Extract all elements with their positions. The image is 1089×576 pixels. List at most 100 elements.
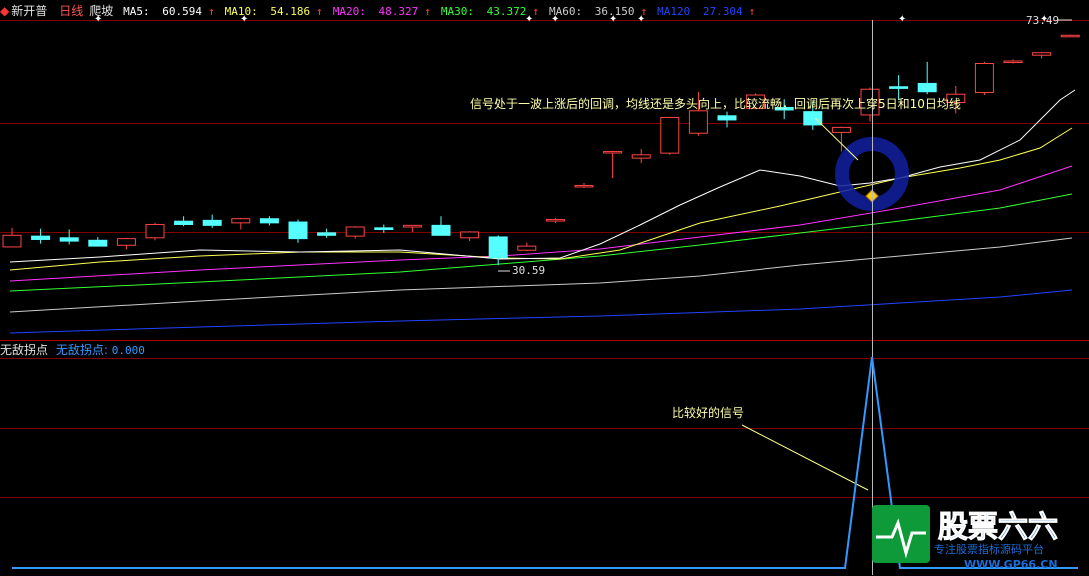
candle-body (288, 221, 308, 240)
sub-panel-header: 无敌拐点 无敌拐点: 0.000 (0, 342, 145, 358)
chart-header: ◆ 新开普 日线 爬坡 MA5: 60.594 ↑ MA10: 54.186 ↑ MA20: … (0, 3, 771, 19)
candle[interactable] (545, 217, 565, 223)
ma-legend-label: MA30: (440, 5, 481, 18)
up-arrow-icon: ↑ (207, 5, 215, 18)
candle-body (259, 218, 279, 224)
candle-body (917, 82, 937, 93)
sub-panel-title[interactable]: 无敌拐点 (0, 343, 48, 357)
indicator-label: 无敌拐点: (55, 343, 108, 357)
ma-lines (9, 89, 1076, 334)
watermark-brand: 股票六六 (938, 510, 1058, 545)
candle[interactable] (974, 61, 994, 96)
candle[interactable] (1032, 51, 1052, 59)
formula-label[interactable]: 爬坡 (89, 4, 113, 18)
sub-annotation: 比较好的信号 (672, 405, 744, 420)
ma-legend-item: MA120 27.304 ↑ (657, 5, 761, 18)
up-arrow-icon: ↑ (748, 5, 756, 18)
candle[interactable] (917, 61, 937, 95)
candle-body (374, 227, 394, 230)
up-arrow-icon: ↑ (316, 5, 323, 18)
candle[interactable] (374, 224, 394, 233)
candle-body (174, 220, 194, 226)
stock-flag-icon: ◆ (0, 4, 10, 18)
ma120-line (9, 289, 1073, 334)
ma-legend-value: 48.327 (378, 5, 419, 18)
candle[interactable] (174, 216, 194, 227)
candle-body (145, 224, 165, 239)
ma-legend-label: MA5: (123, 5, 157, 18)
ma-legend-label: MA20: (332, 5, 373, 18)
candle[interactable] (660, 116, 680, 155)
candle[interactable] (631, 148, 651, 164)
candle[interactable] (717, 111, 737, 128)
up-arrow-icon: ↑ (424, 5, 431, 18)
candle[interactable] (31, 228, 51, 244)
candle[interactable] (345, 226, 365, 239)
candle[interactable] (259, 216, 279, 226)
candle-body (631, 154, 651, 159)
ma-legend-value: 60.594 (162, 5, 202, 18)
ma-legend-value: 27.304 (702, 5, 743, 18)
main-annotation: 信号处于一波上涨后的回调，均线还是多头向上，比较流畅，回调后再次上穿5日和10日… (470, 96, 961, 111)
candle-body (889, 86, 909, 89)
candle[interactable] (116, 237, 136, 250)
candle-body (574, 185, 594, 188)
ma-legend-item: MA30: 43.372 ↑ (441, 5, 545, 18)
annotation-pointer-main (814, 117, 859, 161)
candle-body (688, 110, 708, 134)
candle[interactable] (231, 217, 251, 230)
ma-legend-item: MA20: 48.327 ↑ (333, 5, 437, 18)
price-high-label: 73.49 (1026, 14, 1059, 27)
candle[interactable] (88, 236, 108, 247)
candle-body (717, 115, 737, 121)
candle-body (431, 224, 451, 236)
ma-legend-item: MA10: 54.186 ↑ (225, 5, 329, 18)
watermark-logo: 股票六六 专注股票指标源码平台 WWW.GP66.CN (872, 503, 1087, 573)
ma-legend-item: MA5: 60.594 ↑ (123, 5, 221, 18)
ma-legend-label: MA120 (657, 5, 697, 18)
stock-name[interactable]: 新开普 (11, 4, 47, 18)
indicator-value: 0.000 (111, 344, 145, 357)
candle[interactable] (574, 183, 594, 188)
ma-legend: MA5: 60.594 ↑ MA10: 54.186 ↑ MA20: 48.327 ↑ MA… (123, 5, 765, 18)
kline-chart[interactable]: ✦ ✦ ✦ ✦ ✦ ✦ ✦ ✦ 73.49 30.59 信号处于一波上涨后的回调… (0, 0, 1089, 575)
candle[interactable] (145, 222, 165, 241)
candle[interactable] (402, 224, 422, 232)
ma5-line (9, 89, 1076, 263)
candle-body (345, 226, 365, 237)
ma-legend-value: 54.186 (270, 5, 311, 18)
candle-body (317, 232, 337, 236)
candles[interactable] (2, 25, 1089, 266)
candle-body (1032, 52, 1052, 56)
candle[interactable] (1060, 34, 1080, 38)
candle-body (202, 219, 222, 226)
candle[interactable] (460, 231, 480, 242)
candle-body (603, 150, 623, 154)
candle-body (88, 239, 108, 247)
candle-body (2, 234, 22, 248)
candle[interactable] (317, 228, 337, 238)
candle[interactable] (1003, 59, 1023, 64)
candle[interactable] (202, 214, 222, 228)
candle-body (402, 224, 422, 228)
candle[interactable] (59, 229, 79, 245)
candle-body (59, 237, 79, 242)
candle[interactable] (288, 219, 308, 243)
period-label[interactable]: 日线 (59, 4, 83, 18)
candle[interactable] (603, 150, 623, 179)
ma-legend-value: 36.150 (594, 5, 635, 18)
candle[interactable] (488, 235, 508, 266)
ma10-line (9, 127, 1073, 271)
up-arrow-icon: ↑ (532, 5, 539, 18)
candle[interactable] (431, 216, 451, 236)
candle[interactable] (517, 242, 537, 252)
ma-legend-label: MA10: (224, 5, 265, 18)
price-low-label: 30.59 (512, 264, 545, 277)
candle-body (517, 245, 537, 251)
candle-body (831, 126, 851, 133)
annotation-pointer-sub (741, 424, 869, 491)
candle-body (1003, 60, 1023, 64)
candle-body (460, 231, 480, 239)
candle-body (660, 116, 680, 154)
candle[interactable] (2, 227, 22, 248)
